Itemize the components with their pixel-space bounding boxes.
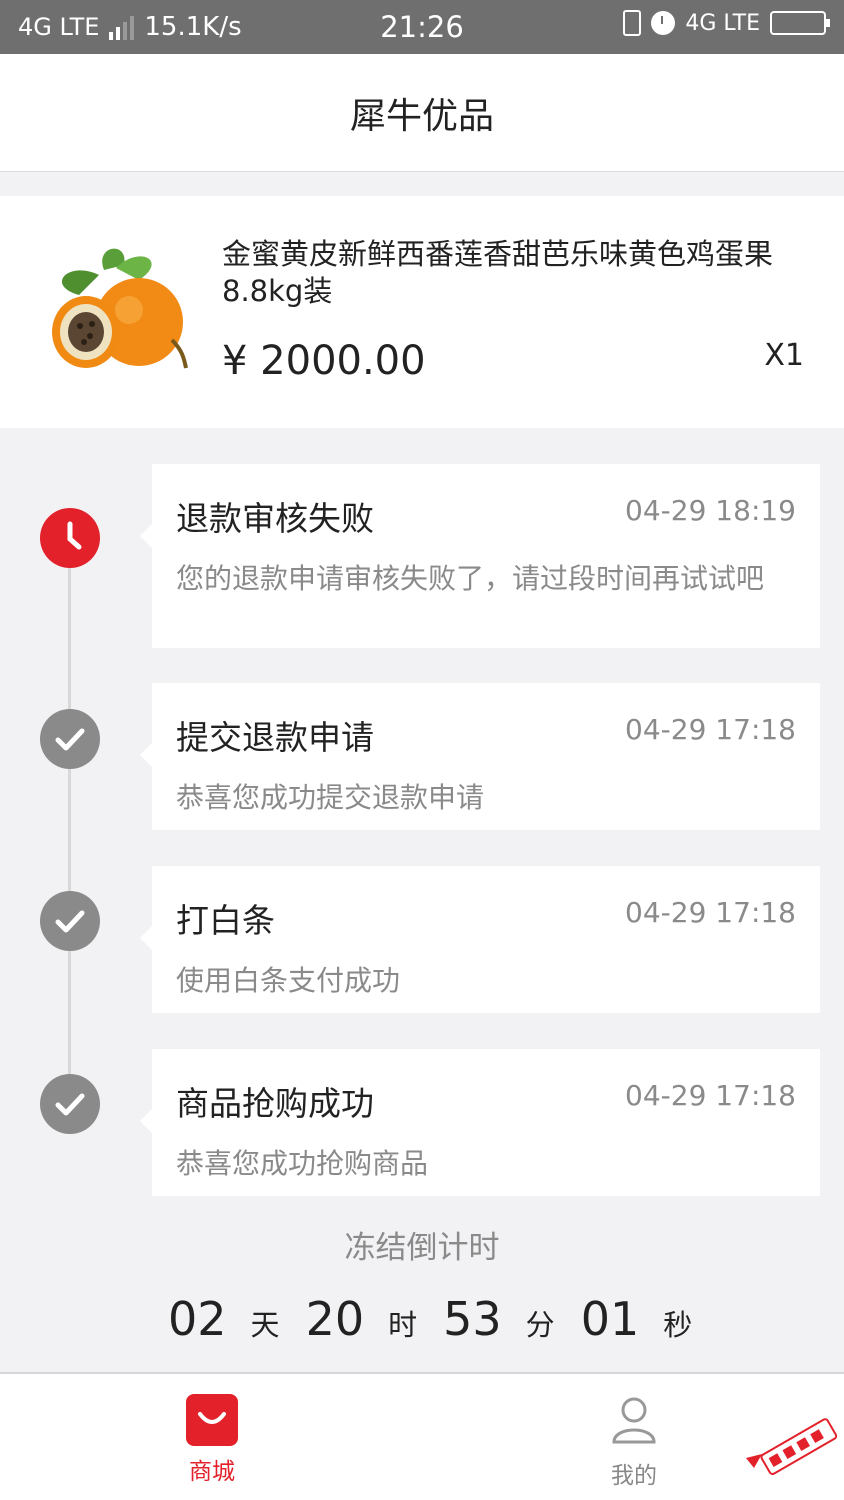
bottom-tab-bar: 商城 我的 [0,1372,844,1500]
app-header: 犀牛优品 [0,54,844,172]
timeline-item: 商品抢购成功 04-29 17:18 恭喜您成功抢购商品 [140,1049,820,1196]
status-right: 4G LTE [623,10,830,36]
tab-shop-label: 商城 [189,1459,235,1485]
battery-icon [770,11,830,35]
tab-me[interactable]: 我的 [584,1394,684,1490]
timeline-item: 打白条 04-29 17:18 使用白条支付成功 [140,866,820,1013]
product-card[interactable]: 金蜜黄皮新鲜西番莲香甜芭乐味黄色鸡蛋果8.8kg装 ¥ 2000.00 X1 [0,196,844,428]
countdown-label: 冻结倒计时 [344,1230,500,1266]
countdown-timer: 02 天 20 时 53 分 01 秒 [168,1292,718,1346]
timeline-item: 提交退款申请 04-29 17:18 恭喜您成功提交退款申请 [140,683,820,830]
countdown-minutes: 53 [443,1292,502,1346]
check-icon [40,1074,100,1134]
timeline-item-time: 04-29 17:18 [625,896,796,929]
countdown-days: 02 [168,1292,227,1346]
countdown-minutes-unit: 分 [525,1308,555,1342]
timeline-item-title: 打白条 [176,901,275,940]
countdown-days-unit: 天 [250,1308,280,1342]
check-icon [40,709,100,769]
timeline-line [68,540,71,1110]
watermark-logo [746,1418,838,1476]
product-price: ¥ 2000.00 [222,338,426,384]
product-name: 金蜜黄皮新鲜西番莲香甜芭乐味黄色鸡蛋果8.8kg装 [222,237,774,308]
check-icon [40,891,100,951]
product-quantity: X1 [764,338,804,373]
timeline-item-desc: 您的退款申请审核失败了，请过段时间再试试吧 [176,562,765,595]
countdown-hours-unit: 时 [388,1308,418,1342]
timeline-item-desc: 使用白条支付成功 [176,964,401,997]
countdown-seconds: 01 [580,1292,640,1346]
countdown-seconds-unit: 秒 [663,1308,693,1342]
timeline-item-title: 商品抢购成功 [176,1084,374,1123]
timeline-item-time: 04-29 17:18 [625,713,796,746]
countdown-hours: 20 [305,1292,365,1346]
vibrate-icon [623,10,642,36]
timeline-item-desc: 恭喜您成功提交退款申请 [176,781,485,814]
tab-me-label: 我的 [611,1463,657,1489]
shopping-bag-icon [186,1394,238,1446]
timeline-item-desc: 恭喜您成功抢购商品 [176,1147,429,1180]
timeline-item-time: 04-29 17:18 [625,1079,796,1112]
tab-shop[interactable]: 商城 [162,1394,262,1486]
status-bar: 4G LTE 15.1K/s 21:26 4G LTE [0,0,844,54]
timeline-item-title: 退款审核失败 [176,499,374,538]
user-icon [612,1397,656,1444]
alarm-icon [651,11,676,35]
clock-icon [40,508,100,568]
network-type-right: 4G LTE [685,10,760,36]
timeline-item: 退款审核失败 04-29 18:19 您的退款申请审核失败了，请过段时间再试试吧 [140,464,820,648]
page-title: 犀牛优品 [349,95,494,137]
timeline-item-time: 04-29 18:19 [625,494,796,527]
timeline-item-title: 提交退款申请 [176,718,374,757]
product-image [52,248,188,369]
